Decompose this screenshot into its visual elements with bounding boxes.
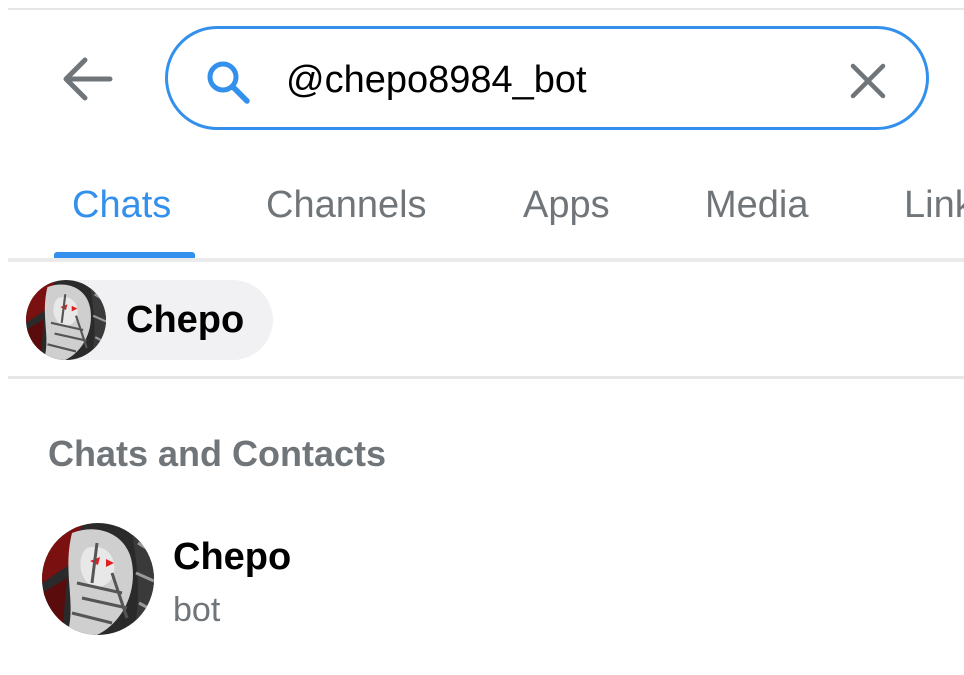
tab-links[interactable]: Links	[904, 160, 964, 258]
chat-name: Chepo	[173, 536, 292, 578]
search-header	[0, 0, 964, 160]
avatar	[42, 523, 154, 635]
search-tabs: Chats Channels Apps Media Links	[8, 160, 964, 262]
list-item[interactable]: Chepo bot	[20, 505, 950, 655]
recent-peer-chip[interactable]: Chepo	[26, 280, 273, 360]
avatar	[26, 280, 106, 360]
section-title: Chats and Contacts	[48, 433, 387, 474]
clear-search-button[interactable]	[840, 55, 896, 107]
chat-status: bot	[173, 591, 221, 629]
search-box[interactable]	[165, 26, 929, 130]
tabs-divider	[8, 258, 964, 262]
tab-media[interactable]: Media	[705, 160, 809, 258]
close-icon	[850, 63, 886, 99]
tab-chats[interactable]: Chats	[72, 160, 171, 258]
tab-channels[interactable]: Channels	[266, 160, 427, 258]
search-icon	[207, 61, 250, 104]
recent-peers-divider	[8, 376, 964, 379]
tab-apps[interactable]: Apps	[523, 160, 610, 258]
recent-peer-name: Chepo	[126, 299, 245, 341]
search-input[interactable]	[286, 53, 826, 107]
back-button[interactable]	[48, 44, 124, 114]
search-panel: Chats Channels Apps Media Links Chepo Ch…	[0, 0, 964, 675]
arrow-left-icon	[63, 57, 113, 101]
